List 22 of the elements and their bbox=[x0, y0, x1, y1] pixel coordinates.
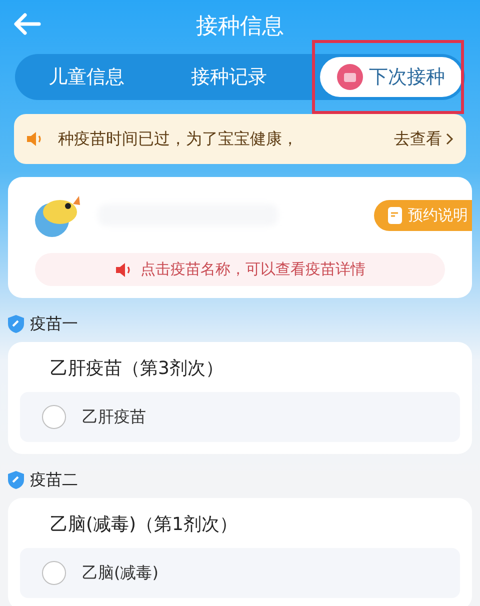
option-label: 乙脑(减毒) bbox=[82, 562, 158, 584]
option-label: 乙肝疫苗 bbox=[82, 406, 146, 428]
vaccine-option[interactable]: 乙肝疫苗 bbox=[20, 392, 460, 442]
section-label: 疫苗一 bbox=[30, 314, 78, 334]
vaccine-option[interactable]: 乙脑(减毒) bbox=[20, 548, 460, 598]
chevron-right-icon bbox=[445, 132, 454, 146]
tab[interactable]: 下次接种 bbox=[320, 57, 462, 97]
hint-text: 点击疫苗名称，可以查看疫苗详情 bbox=[140, 260, 366, 279]
shield-icon bbox=[8, 315, 24, 333]
shield-icon bbox=[8, 471, 24, 489]
section-label: 疫苗二 bbox=[30, 470, 78, 490]
document-icon bbox=[388, 206, 402, 224]
vaccine-title[interactable]: 乙脑(减毒)（第1剂次） bbox=[50, 512, 460, 538]
radio-button[interactable] bbox=[42, 405, 66, 429]
page-title: 接种信息 bbox=[196, 13, 284, 41]
radio-button[interactable] bbox=[42, 561, 66, 585]
speaker-icon bbox=[114, 262, 132, 278]
view-link[interactable]: 去查看 bbox=[394, 128, 454, 150]
speaker-icon bbox=[26, 131, 44, 147]
notice-text: 种疫苗时间已过，为了宝宝健康， bbox=[58, 128, 299, 150]
vaccine-title[interactable]: 乙肝疫苗（第3剂次） bbox=[50, 356, 460, 382]
back-arrow-icon[interactable] bbox=[12, 12, 42, 36]
